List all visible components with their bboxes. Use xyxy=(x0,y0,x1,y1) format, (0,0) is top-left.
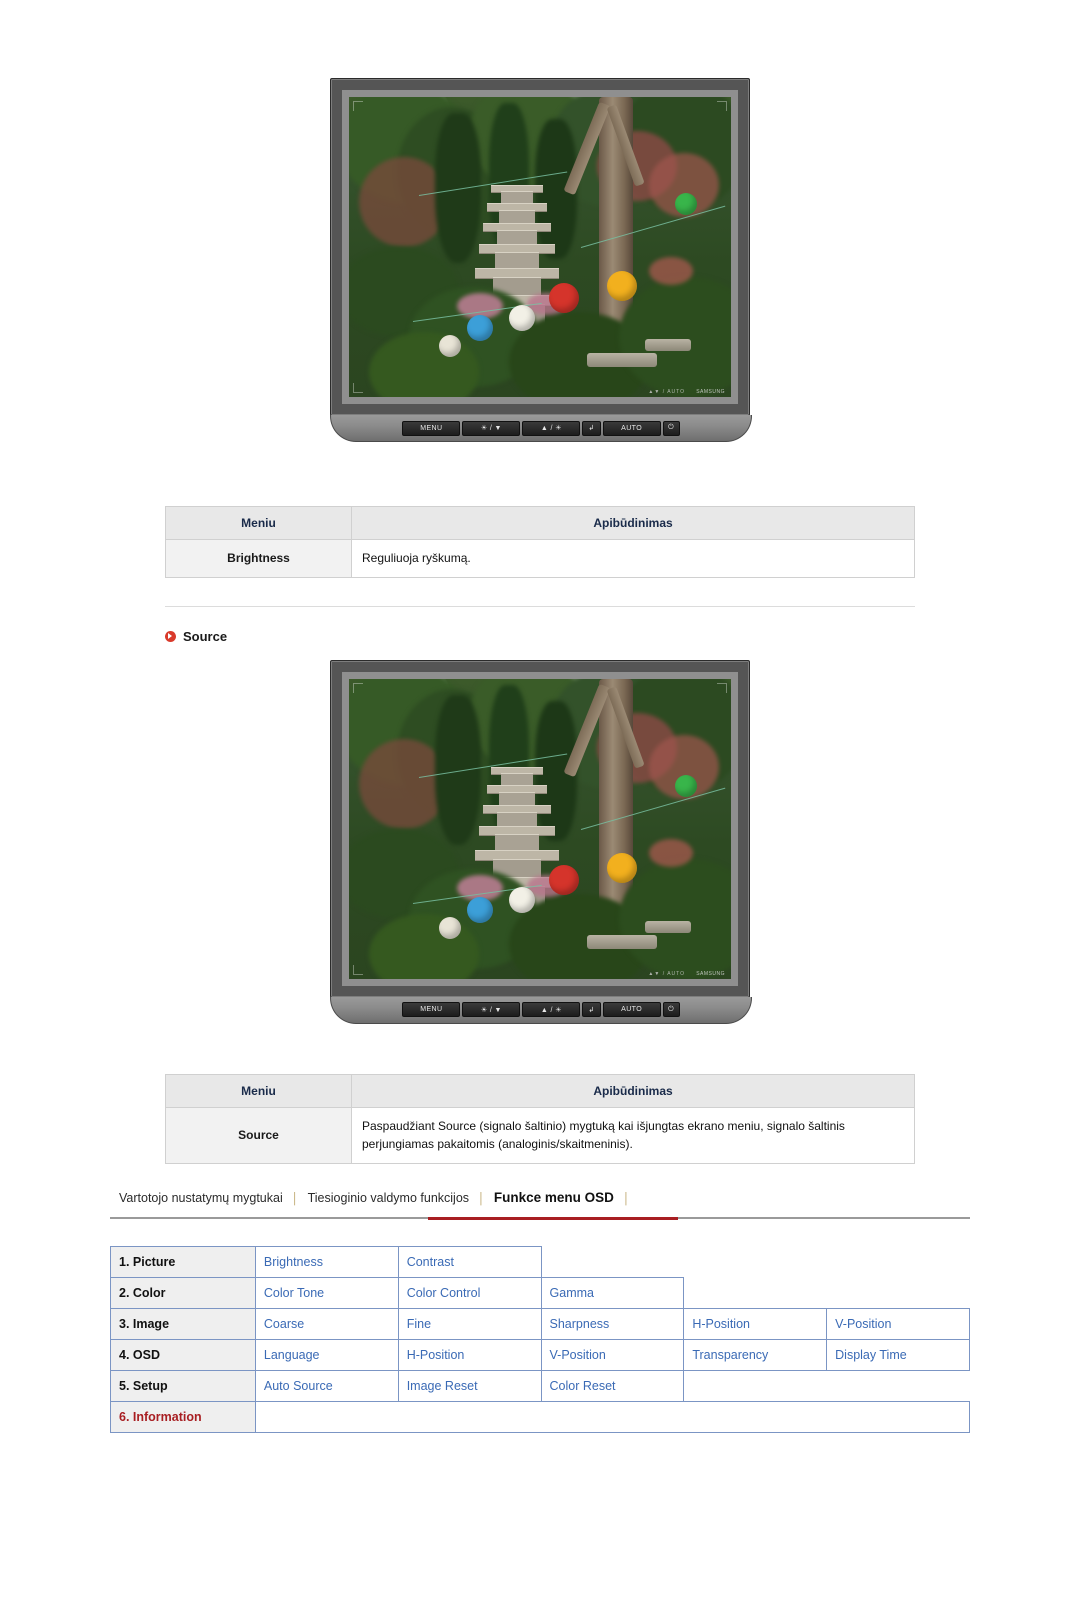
table-header-description: Apibūdinimas xyxy=(351,1073,915,1108)
table-header-menu: Meniu xyxy=(165,506,352,540)
table-row: 2. Color Color Tone Color Control Gamma xyxy=(110,1276,970,1309)
brightness-up-button[interactable]: ▲ / ☀ xyxy=(522,1002,581,1018)
table-row: 3. Image Coarse Fine Sharpness H-Positio… xyxy=(110,1307,970,1340)
monitor-figure: ▲▼ / AUTO SAMSUNG MENU ☀ / ▼ ▲ / ☀ ↲ AUT… xyxy=(330,659,752,1024)
osd-group-osd: 4. OSD xyxy=(110,1338,256,1371)
menu-desc-brightness: Reguliuoja ryškumą. xyxy=(351,539,915,578)
osd-item-gamma[interactable]: Gamma xyxy=(540,1276,685,1309)
breadcrumb-item-user-buttons[interactable]: Vartotojo nustatymų mygtukai xyxy=(110,1191,292,1210)
auto-button[interactable]: AUTO xyxy=(602,1002,661,1018)
table-header-description: Apibūdinimas xyxy=(351,506,915,540)
osd-group-picture: 1. Picture xyxy=(110,1245,256,1278)
table-row: 1. Picture Brightness Contrast xyxy=(110,1245,970,1278)
osd-item-color-reset[interactable]: Color Reset xyxy=(540,1369,685,1402)
breadcrumb-divider: │ xyxy=(622,1192,630,1205)
table-row: 5. Setup Auto Source Image Reset Color R… xyxy=(110,1369,970,1402)
osd-item-v-position[interactable]: V-Position xyxy=(826,1307,970,1340)
menu-name-source: Source xyxy=(165,1106,352,1164)
monitor-button-bar: MENU ☀ / ▼ ▲ / ☀ ↲ AUTO ⏻ xyxy=(330,415,752,442)
menu-button[interactable]: MENU xyxy=(402,420,461,436)
osd-group-information: 6. Information xyxy=(110,1400,256,1433)
screen-osd-icons: ▲▼ / AUTO xyxy=(648,970,685,977)
osd-empty-cell xyxy=(541,1246,969,1277)
osd-item-transparency[interactable]: Transparency xyxy=(683,1338,828,1371)
osd-empty-cell xyxy=(684,1277,970,1308)
osd-item-color-control[interactable]: Color Control xyxy=(397,1276,542,1309)
menu-desc-source: Paspaudžiant Source (signalo šaltinio) m… xyxy=(351,1106,915,1164)
monitor-illustration-source: ▲▼ / AUTO SAMSUNG MENU ☀ / ▼ ▲ / ☀ ↲ AUT… xyxy=(0,659,1080,1024)
breadcrumb-item-osd-menu[interactable]: Funkce menu OSD xyxy=(485,1190,623,1210)
screen-photo: ▲▼ / AUTO SAMSUNG xyxy=(349,678,731,979)
breadcrumb-divider: │ xyxy=(478,1192,485,1205)
monitor-screen: ▲▼ / AUTO SAMSUNG xyxy=(349,97,731,397)
screen-brand-label: SAMSUNG xyxy=(696,389,725,395)
osd-item-v-position[interactable]: V-Position xyxy=(540,1338,685,1371)
osd-item-brightness[interactable]: Brightness xyxy=(254,1245,399,1278)
power-button[interactable]: ⏻ xyxy=(662,420,680,436)
breadcrumb-item-direct-functions[interactable]: Tiesioginio valdymo funkcijos xyxy=(299,1191,478,1210)
osd-item-language[interactable]: Language xyxy=(254,1338,399,1371)
osd-item-image-reset[interactable]: Image Reset xyxy=(397,1369,542,1402)
brightness-down-button[interactable]: ☀ / ▼ xyxy=(462,420,521,436)
table-row: 4. OSD Language H-Position V-Position Tr… xyxy=(110,1338,970,1371)
menu-name-brightness: Brightness xyxy=(165,539,352,578)
osd-item-auto-source[interactable]: Auto Source xyxy=(254,1369,399,1402)
table-row: Source Paspaudžiant Source (signalo šalt… xyxy=(165,1106,915,1164)
screen-osd-icons: ▲▼ / AUTO xyxy=(648,389,685,395)
monitor-screen-frame: ▲▼ / AUTO SAMSUNG xyxy=(342,671,738,986)
table-header-row: Meniu Apibūdinimas xyxy=(165,506,915,540)
breadcrumb-divider: │ xyxy=(291,1192,299,1205)
osd-empty-cell xyxy=(684,1370,970,1401)
section-divider xyxy=(165,605,915,607)
osd-item-coarse[interactable]: Coarse xyxy=(254,1307,399,1340)
monitor-bezel: ▲▼ / AUTO SAMSUNG xyxy=(330,78,750,416)
brightness-up-button[interactable]: ▲ / ☀ xyxy=(522,420,581,436)
section-title: Source xyxy=(183,628,228,644)
enter-button[interactable]: ↲ xyxy=(582,420,601,436)
monitor-screen-frame: ▲▼ / AUTO SAMSUNG xyxy=(342,90,738,404)
osd-group-setup: 5. Setup xyxy=(110,1369,256,1402)
monitor-button-bar: MENU ☀ / ▼ ▲ / ☀ ↲ AUTO ⏻ xyxy=(330,996,752,1024)
osd-item-contrast[interactable]: Contrast xyxy=(397,1245,542,1278)
auto-button[interactable]: AUTO xyxy=(602,420,661,436)
osd-item-sharpness[interactable]: Sharpness xyxy=(540,1307,685,1340)
brightness-menu-table: Meniu Apibūdinimas Brightness Reguliuoja… xyxy=(165,506,915,578)
brightness-down-button[interactable]: ☀ / ▼ xyxy=(462,1002,521,1018)
osd-item-h-position[interactable]: H-Position xyxy=(397,1338,542,1371)
monitor-figure: ▲▼ / AUTO SAMSUNG MENU ☀ / ▼ ▲ / ☀ ↲ AUT… xyxy=(330,78,752,442)
table-header-menu: Meniu xyxy=(165,1073,352,1108)
osd-empty-cell xyxy=(254,1400,971,1433)
section-heading-source: Source xyxy=(165,629,915,644)
power-button[interactable]: ⏻ xyxy=(662,1002,680,1018)
osd-menu-map-table: 1. Picture Brightness Contrast 2. Color … xyxy=(110,1245,971,1433)
screen-brand-label: SAMSUNG xyxy=(696,970,725,977)
osd-item-h-position[interactable]: H-Position xyxy=(683,1307,828,1340)
osd-item-fine[interactable]: Fine xyxy=(397,1307,542,1340)
source-menu-table: Meniu Apibūdinimas Source Paspaudžiant S… xyxy=(165,1073,915,1164)
monitor-bezel: ▲▼ / AUTO SAMSUNG xyxy=(330,659,750,998)
table-header-row: Meniu Apibūdinimas xyxy=(165,1073,915,1108)
menu-button[interactable]: MENU xyxy=(402,1002,461,1018)
monitor-illustration-brightness: ▲▼ / AUTO SAMSUNG MENU ☀ / ▼ ▲ / ☀ ↲ AUT… xyxy=(0,78,1080,442)
table-row: 6. Information xyxy=(110,1400,971,1433)
enter-button[interactable]: ↲ xyxy=(582,1002,601,1018)
osd-group-color: 2. Color xyxy=(110,1276,256,1309)
osd-item-color-tone[interactable]: Color Tone xyxy=(254,1276,399,1309)
breadcrumb: Vartotojo nustatymų mygtukai │ Tiesiogin… xyxy=(110,1190,970,1224)
breadcrumb-active-underline xyxy=(428,1216,678,1220)
osd-item-display-time[interactable]: Display Time xyxy=(826,1338,970,1371)
monitor-screen: ▲▼ / AUTO SAMSUNG xyxy=(349,678,731,979)
table-row: Brightness Reguliuoja ryškumą. xyxy=(165,539,915,578)
osd-group-image: 3. Image xyxy=(110,1307,256,1340)
screen-photo: ▲▼ / AUTO SAMSUNG xyxy=(349,97,731,397)
arrow-bullet-icon xyxy=(165,630,176,642)
